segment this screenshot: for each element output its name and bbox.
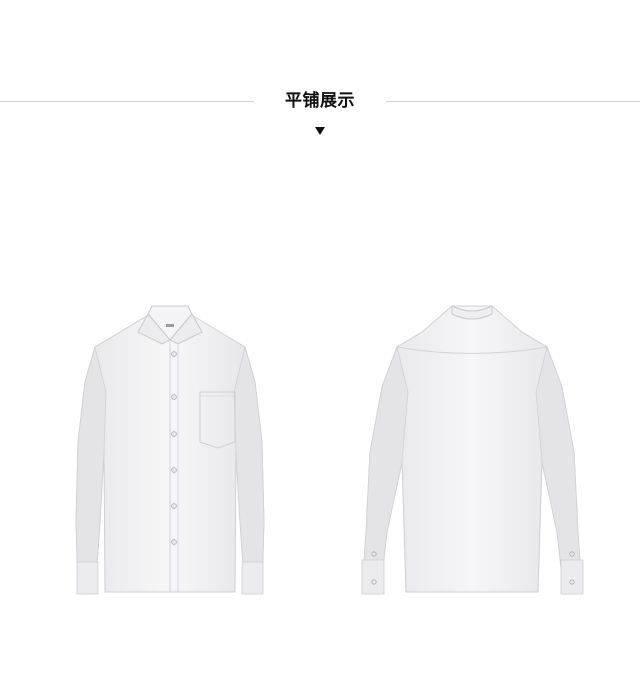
down-arrow-icon [315, 127, 325, 135]
section-title: 平铺展示 [285, 91, 355, 111]
back-shirt-image [361, 305, 584, 595]
front-shirt-image [75, 305, 265, 595]
